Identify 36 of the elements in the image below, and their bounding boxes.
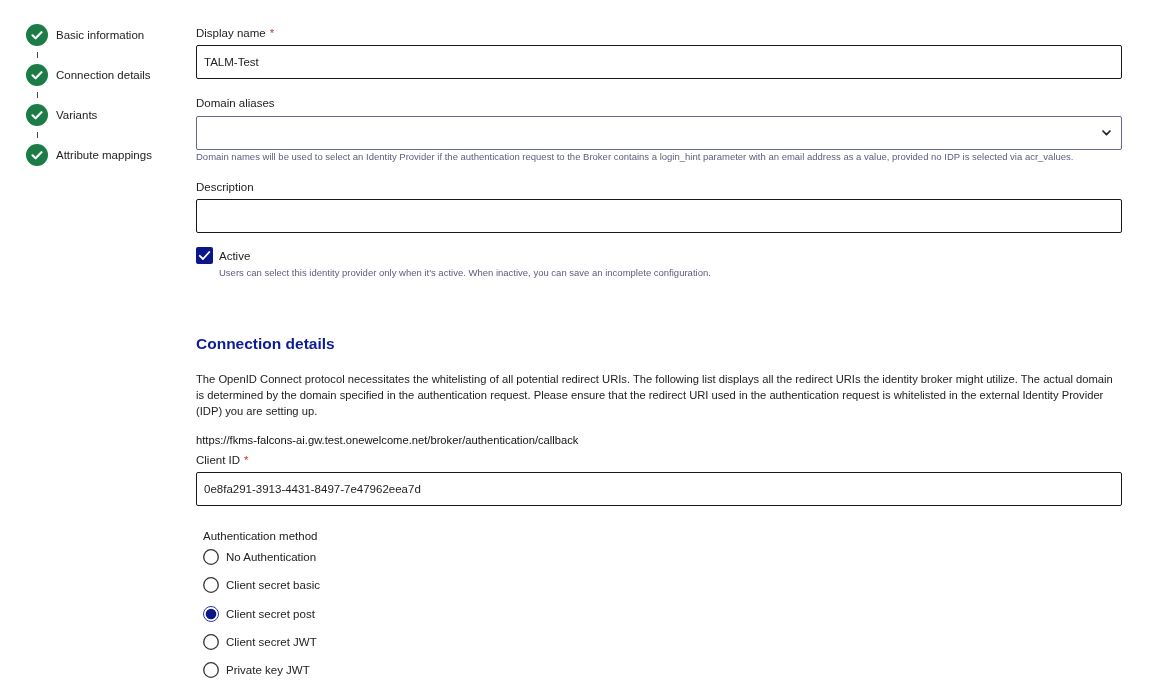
step-label[interactable]: Connection details (56, 68, 151, 82)
radio-button[interactable] (203, 662, 219, 679)
checkbox[interactable] (196, 247, 213, 264)
step-label[interactable]: Basic information (56, 28, 145, 42)
input-field[interactable]: 0e8fa291-3913-4431-8497-7e47962eea7d (196, 472, 1122, 506)
redirect-uri-text: https://fkms-falcons-ai.gw.test.onewelcome.net/broker/authentication/callback (196, 433, 580, 448)
step-label[interactable]: Attribute mappings (56, 148, 152, 162)
step-connector (37, 52, 38, 58)
group-label: Authentication method (203, 529, 319, 543)
step-label[interactable]: Variants (56, 108, 98, 122)
helper-text: Users can select this identity provider only when it's active. When inactive, you can save an incomplete configuration. (219, 267, 712, 279)
chevron-down-icon (1102, 130, 1111, 136)
radio-label: Client secret post (226, 606, 315, 621)
radio-button[interactable] (203, 605, 219, 622)
input-field[interactable] (196, 199, 1122, 233)
description-text: The OpenID Connect protocol necessitates the whitelisting of all potential redirect URIs. The following list displays all the redirect URIs the identity broker might utilize. The actual domain is determined by the domain specified in the authentication request. Please ensure that the redirect URI used in the authentication request is whitelisted in the external Identity Provider (IDP) you are setting up. (196, 372, 1114, 419)
field-label: Client ID (196, 453, 241, 467)
radio-label: Client secret JWT (226, 634, 317, 649)
dropdown-field[interactable] (196, 116, 1122, 150)
step-connector (37, 92, 38, 98)
radio-button[interactable] (203, 633, 219, 650)
field-label: Domain aliases (196, 96, 275, 110)
field-label: Description (196, 180, 254, 194)
field-label: Display name (196, 26, 266, 40)
step-connector (37, 132, 38, 138)
radio-button[interactable] (203, 549, 219, 565)
checkbox-label: Active (219, 248, 251, 263)
section-heading: Connection details (196, 334, 336, 354)
required-mark: * (244, 453, 249, 467)
radio-button[interactable] (203, 577, 219, 594)
radio-label: Client secret basic (226, 578, 320, 593)
input-field[interactable]: TALM-Test (196, 45, 1122, 79)
required-mark: * (269, 26, 275, 40)
helper-text: Domain names will be used to select an Identity Provider if the authentication request to the Broker contains a login_hint parameter with an email address as a value, provided no IDP is selected via acr_values. (196, 151, 1075, 163)
radio-label: Private key JWT (226, 663, 310, 678)
radio-label: No Authentication (226, 550, 317, 564)
